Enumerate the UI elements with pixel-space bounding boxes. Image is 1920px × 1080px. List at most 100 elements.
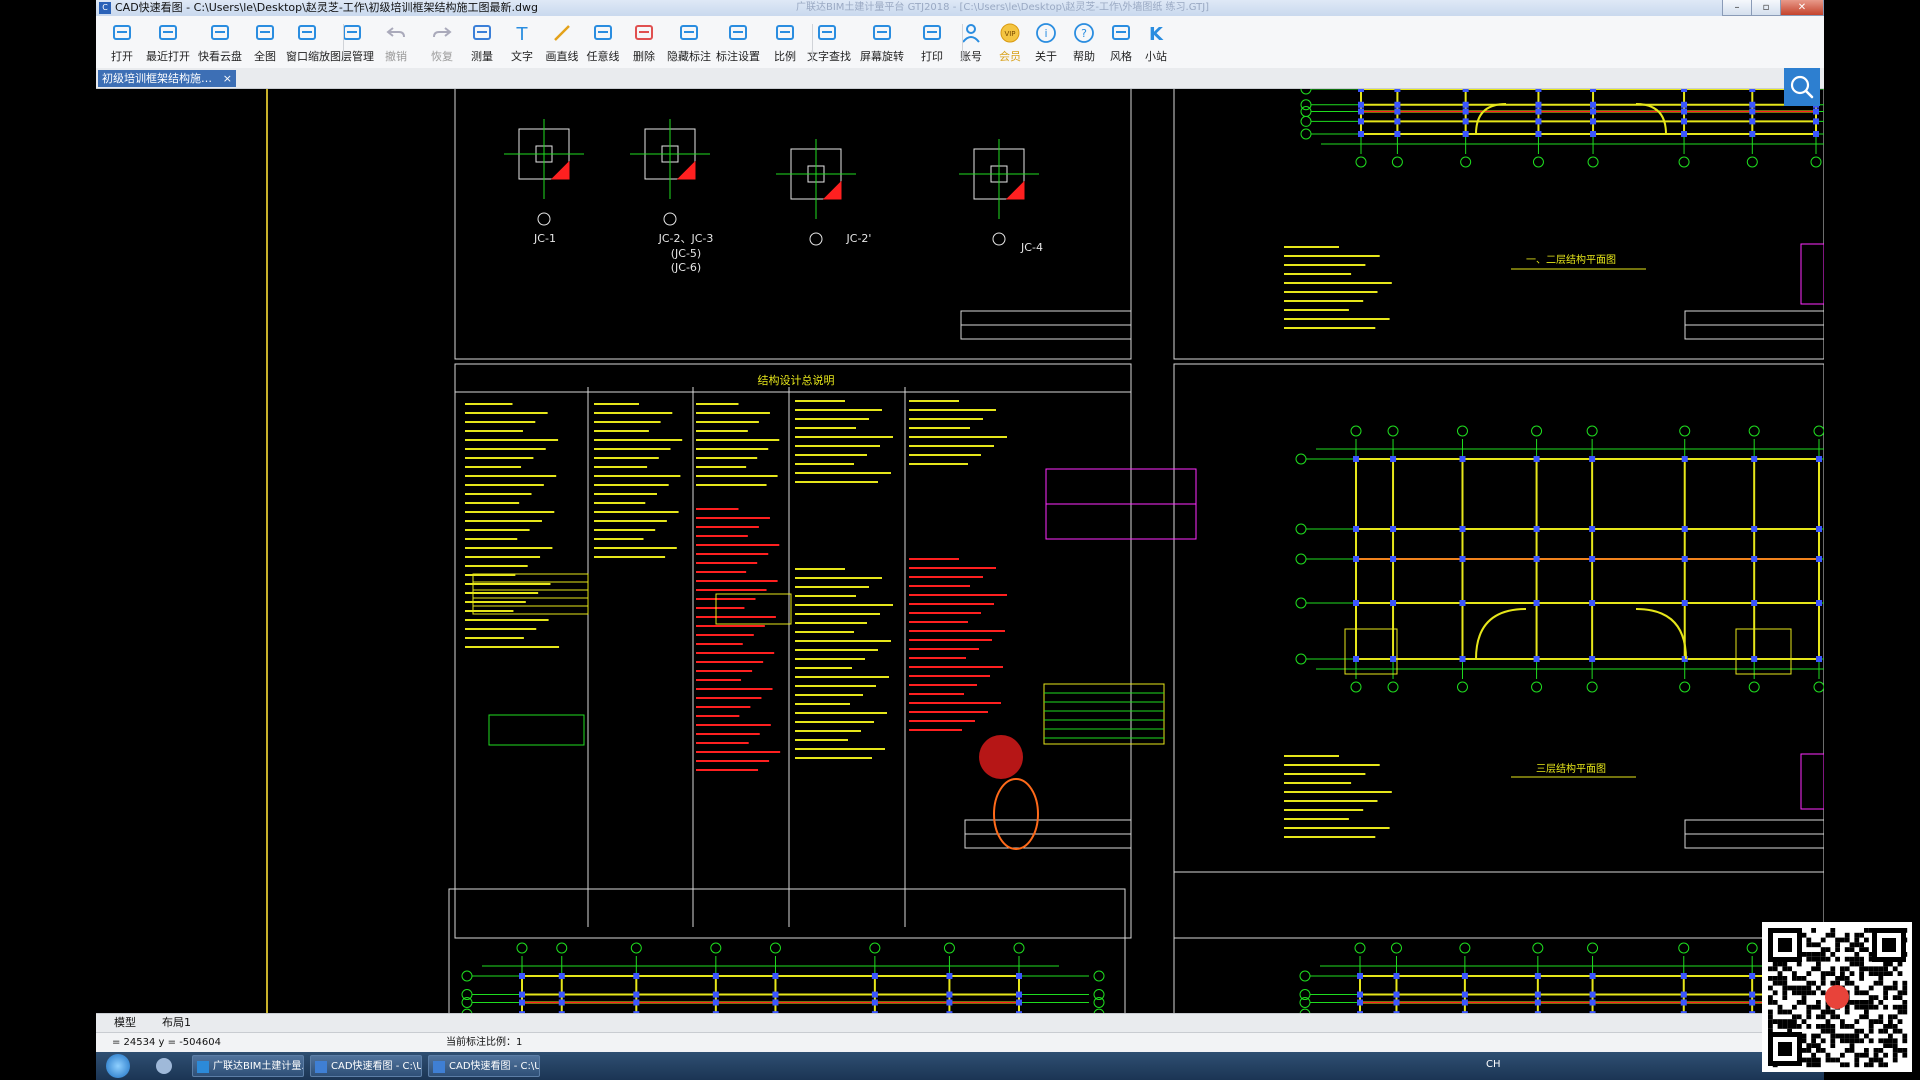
toolbar-history-button[interactable]: 最近打开 <box>142 16 194 68</box>
toolbar-text-button[interactable]: T 文字 <box>502 16 542 68</box>
toolbar-measure-button[interactable]: 测量 <box>462 16 502 68</box>
qr-module <box>1816 985 1821 991</box>
qr-module <box>1801 995 1807 1000</box>
toolbar-undo-button[interactable]: 撤销 <box>376 16 416 68</box>
column-mark <box>1393 973 1400 979</box>
minimize-button[interactable]: – <box>1722 0 1752 16</box>
qr-module <box>1840 1038 1845 1044</box>
qr-module <box>1868 985 1874 991</box>
toolbar-folder-open-button[interactable]: 打开 <box>102 16 142 68</box>
qr-module <box>1816 1057 1821 1063</box>
foundation-label: JC-1 <box>533 232 556 245</box>
qr-module <box>1768 1014 1773 1020</box>
toolbar-printer-button[interactable]: 打印 <box>908 16 956 68</box>
grid-bubble <box>1300 106 1312 117</box>
taskbar-item-label: CAD快速看图 - C:\U... <box>449 1061 539 1072</box>
qr-module <box>1825 1052 1831 1058</box>
toolbar-rotate-screen-button[interactable]: 屏幕旋转 <box>858 16 906 68</box>
scale-icon <box>774 22 796 44</box>
tab-model[interactable]: 模型 <box>114 1015 136 1031</box>
toolbar-info-button[interactable]: i 关于 <box>1027 16 1065 68</box>
undo-icon <box>385 22 407 44</box>
toolbar-fit-all-button[interactable]: 全图 <box>245 16 285 68</box>
column-mark <box>1358 89 1364 92</box>
qr-module <box>1787 985 1792 991</box>
grid-bubble <box>1813 681 1824 693</box>
grid-bubble <box>992 232 1006 246</box>
column-mark <box>1394 108 1401 115</box>
column-mark <box>1016 991 1022 998</box>
toolbar-layers-button[interactable]: 图层管理 <box>329 16 375 68</box>
cloud-icon <box>209 22 231 44</box>
sheet-frame <box>454 363 1132 939</box>
toolbar-eye-hide-button[interactable]: 隐藏标注 <box>666 16 712 68</box>
qr-module <box>1768 966 1773 972</box>
drawing-canvas[interactable]: JC-1 JC-2、JC-3 (JC-5) (JC-6) JC-2' JC-4 结构设计总说… <box>96 89 1824 1013</box>
qr-module <box>1859 1014 1864 1020</box>
document-tab[interactable]: 初级培训框架结构施… × <box>98 70 236 87</box>
toolbar-style-button[interactable]: 风格 <box>1103 16 1139 68</box>
close-button[interactable]: ✕ <box>1780 0 1824 16</box>
qr-module <box>1854 937 1860 943</box>
toolbar-cloud-button[interactable]: 快看云盘 <box>195 16 245 68</box>
toolbar-scale-button[interactable]: 比例 <box>764 16 806 68</box>
search-float-button[interactable] <box>1784 68 1820 106</box>
foundation-label: JC-2' <box>846 232 872 245</box>
input-language[interactable]: CH <box>1486 1059 1501 1070</box>
tab-layout1[interactable]: 布局1 <box>162 1015 191 1031</box>
qr-module <box>1801 1038 1807 1044</box>
column-mark <box>772 999 779 1006</box>
toolbar-k-logo-button[interactable]: K 小站 <box>1138 16 1174 68</box>
qr-module <box>1825 1028 1831 1034</box>
toolbar-text-search-button[interactable]: 文字查找 <box>807 16 851 68</box>
grid-bubble <box>1678 942 1690 954</box>
qr-module <box>1801 985 1807 991</box>
toolbar-eraser-button[interactable]: 删除 <box>624 16 664 68</box>
k-logo-icon: K <box>1145 22 1167 45</box>
qr-module <box>1835 947 1840 952</box>
column-mark <box>1813 108 1819 115</box>
column-mark <box>1462 89 1469 92</box>
column-mark <box>1681 108 1688 115</box>
maximize-button[interactable]: ▫ <box>1751 0 1781 16</box>
toolbar-line-button[interactable]: 画直线 <box>542 16 582 68</box>
toolbar-help-button[interactable]: ? 帮助 <box>1065 16 1103 68</box>
toolbar-button-label: 会员 <box>999 50 1021 63</box>
toolbar-vip-button[interactable]: VIP 会员 <box>991 16 1029 68</box>
qr-module <box>1844 1004 1850 1010</box>
column-mark <box>519 973 525 979</box>
qr-module <box>1873 1019 1879 1024</box>
toolbar-redo-button[interactable]: 恢复 <box>422 16 462 68</box>
column-mark <box>1681 600 1688 606</box>
qr-module <box>1864 928 1869 933</box>
toolbar-zoom-window-button[interactable]: 窗口缩放 <box>286 16 330 68</box>
toolbar-button-label: 图层管理 <box>330 50 374 63</box>
column-mark <box>1681 526 1688 532</box>
qr-module <box>1844 1033 1850 1039</box>
toolbar-annotation-settings-button[interactable]: 标注设置 <box>714 16 762 68</box>
column-mark <box>1390 600 1397 606</box>
qr-module <box>1888 1038 1893 1044</box>
column-mark <box>1461 973 1468 979</box>
pinned-app-icon[interactable] <box>156 1058 172 1074</box>
qr-module <box>1868 1000 1874 1005</box>
grid-bubble <box>1531 425 1543 437</box>
start-button[interactable] <box>106 1054 130 1078</box>
toolbar-user-button[interactable]: 账号 <box>951 16 991 68</box>
column-mark <box>1681 89 1688 92</box>
column-mark <box>1816 456 1822 462</box>
qr-module <box>1820 1038 1826 1044</box>
taskbar-item-cad-2[interactable]: CAD快速看图 - C:\U... <box>428 1055 540 1077</box>
qr-module <box>1888 985 1893 991</box>
taskbar-item-cad-1[interactable]: CAD快速看图 - C:\U... <box>310 1055 422 1077</box>
grid-bubble <box>1748 681 1760 693</box>
qr-module <box>1806 971 1812 976</box>
qr-module <box>1816 961 1821 967</box>
arc-beam <box>1475 608 1527 660</box>
taskbar-item-glodon[interactable]: 广联达BIM土建计量... <box>192 1055 304 1077</box>
toolbar-pen-button[interactable]: 任意线 <box>583 16 623 68</box>
close-tab-icon[interactable]: × <box>223 70 232 87</box>
qr-module <box>1849 961 1855 967</box>
qr-finder <box>1882 938 1896 952</box>
qr-module <box>1811 1033 1816 1039</box>
